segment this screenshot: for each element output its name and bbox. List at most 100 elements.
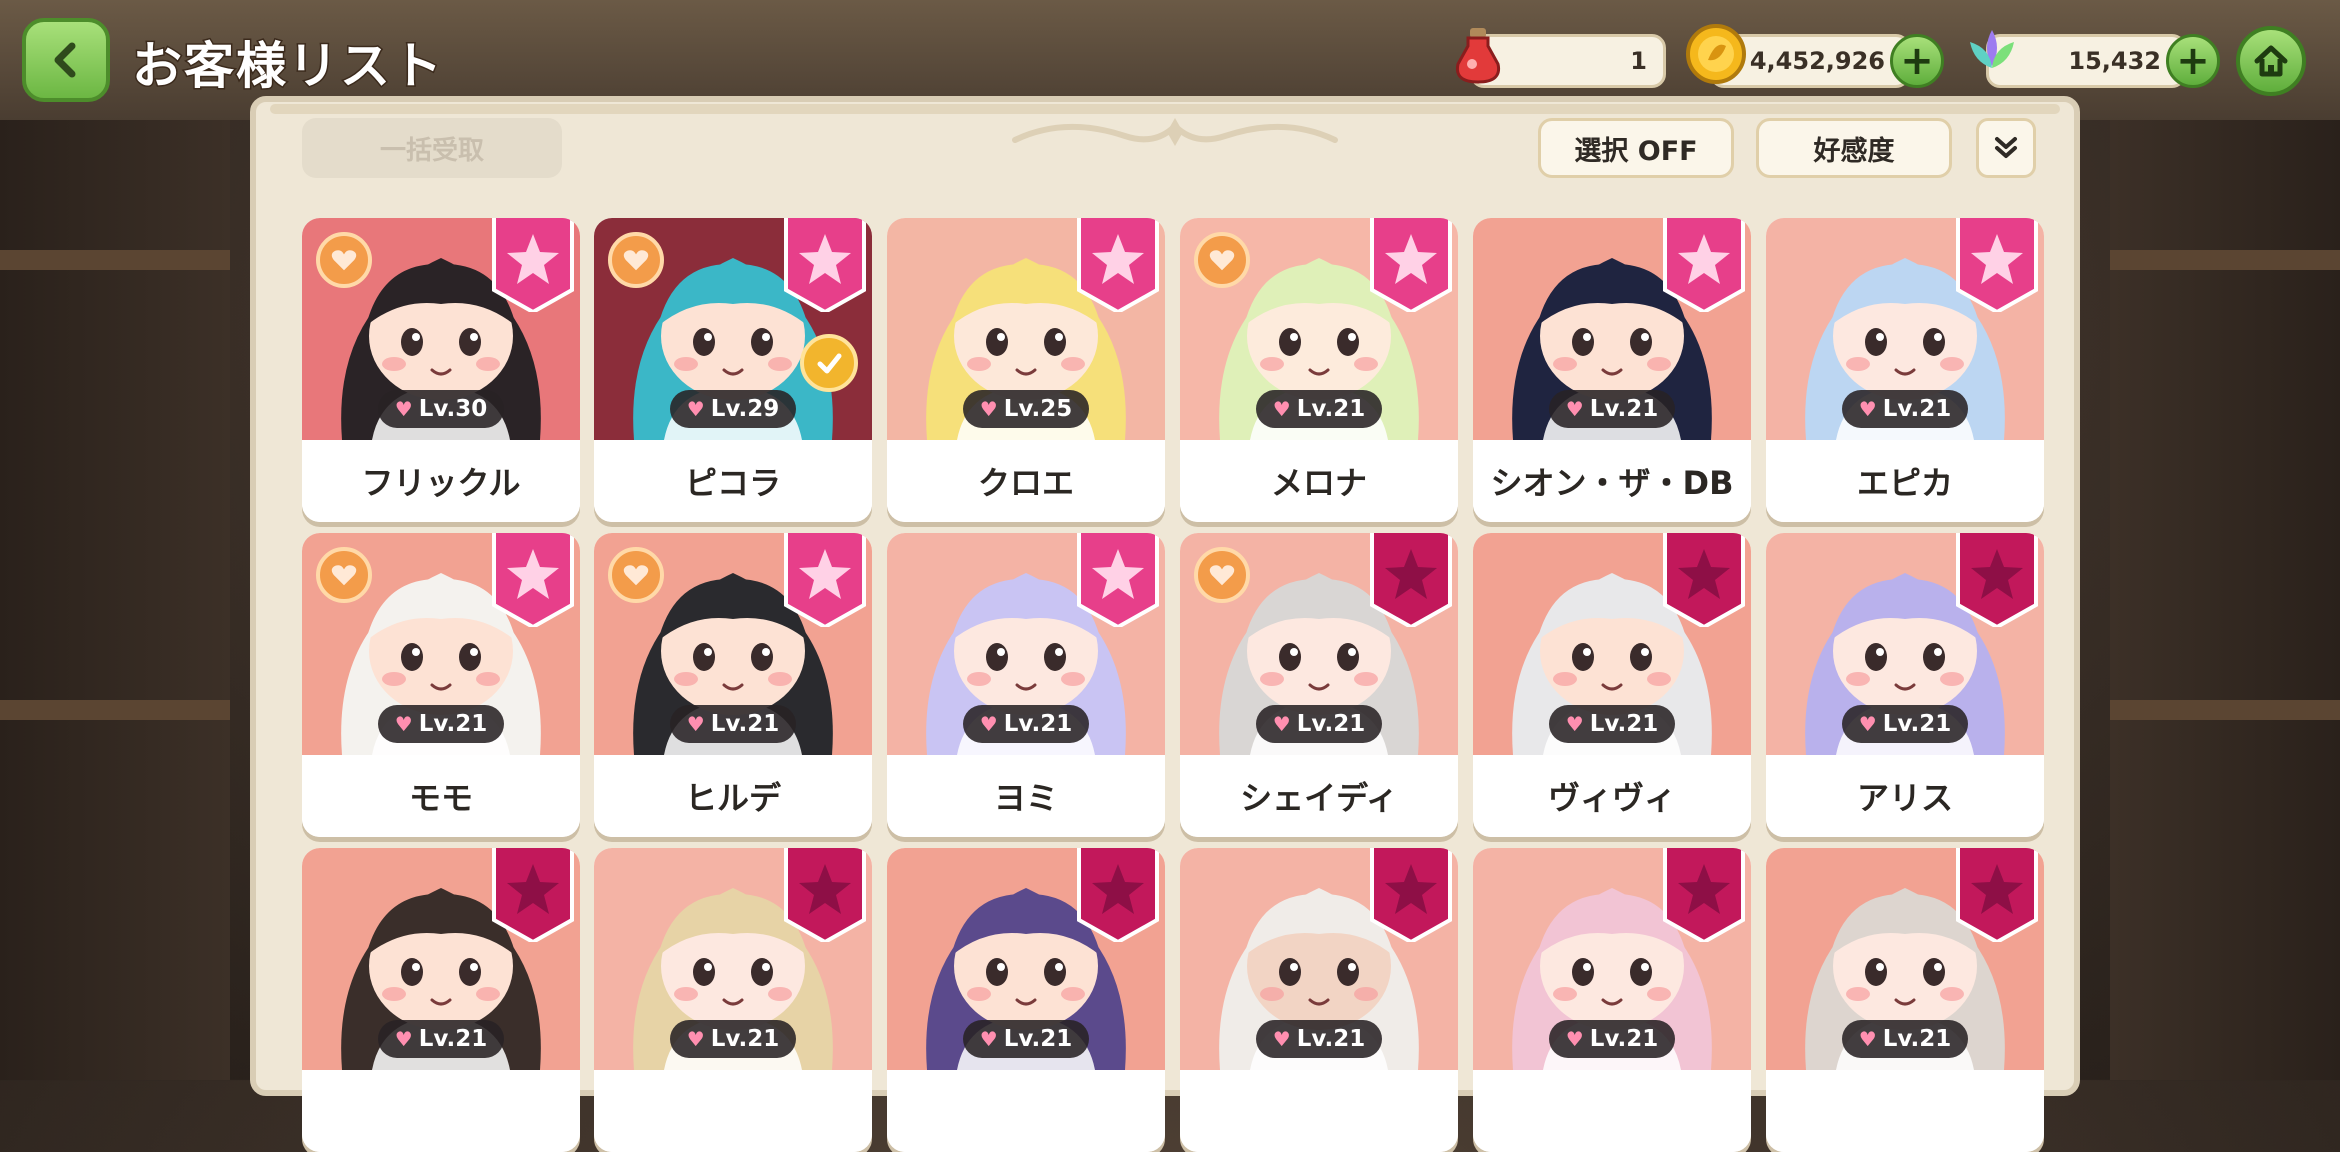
level-text: Lv.30: [418, 396, 488, 422]
level-badge: ♥ Lv.21: [378, 705, 504, 743]
level-badge: ♥ Lv.21: [1842, 390, 1968, 428]
red-potion-icon: [1455, 28, 1501, 84]
add-gold-button[interactable]: +: [1890, 34, 1944, 88]
chevron-left-icon: [54, 42, 76, 78]
customer-name: エピカ: [1766, 440, 2044, 522]
customer-card[interactable]: ♥ Lv.21 メロナ: [1180, 218, 1458, 522]
crystal-value: 15,432: [2068, 47, 2161, 75]
gold-coin-icon: [1686, 24, 1746, 84]
level-text: Lv.21: [1296, 396, 1366, 422]
customer-card[interactable]: ♥ Lv.30 フリックル: [302, 218, 580, 522]
level-text: Lv.21: [1296, 1026, 1366, 1052]
level-text: Lv.21: [1003, 711, 1073, 737]
star-ribbon-icon: [1956, 218, 2038, 312]
customer-card[interactable]: ♥ Lv.21 ヴィヴィ: [1473, 533, 1751, 837]
heart-icon: ♥: [1565, 1027, 1584, 1051]
customer-name: シェイディ: [1180, 755, 1458, 837]
customer-card[interactable]: ♥ Lv.21 ヨミ: [887, 533, 1165, 837]
customer-portrait: ♥ Lv.21: [1180, 533, 1458, 755]
page-title: お客様リスト: [131, 36, 444, 97]
customer-card[interactable]: ♥ Lv.21 エピカ: [1766, 218, 2044, 522]
customer-name: クロエ: [887, 440, 1165, 522]
customer-name: [1473, 1070, 1751, 1152]
level-text: Lv.29: [710, 396, 780, 422]
star-ribbon-icon: [492, 218, 574, 312]
customer-card[interactable]: ♥ Lv.21 アリス: [1766, 533, 2044, 837]
customer-name: ピコラ: [594, 440, 872, 522]
customer-name: [1180, 1070, 1458, 1152]
leaf-crystal-icon: [1970, 30, 2014, 68]
affection-heart-icon: [608, 232, 664, 288]
customer-card[interactable]: ♥ Lv.21: [1180, 848, 1458, 1152]
level-badge: ♥ Lv.21: [1549, 705, 1675, 743]
customer-name: [887, 1070, 1165, 1152]
star-ribbon-icon: [1077, 848, 1159, 942]
sort-affection-button[interactable]: 好感度: [1756, 118, 1952, 178]
home-icon: [2254, 45, 2288, 77]
customer-card[interactable]: ♥ Lv.25 クロエ: [887, 218, 1165, 522]
heart-icon: ♥: [686, 712, 705, 736]
bulk-receive-button[interactable]: 一括受取: [302, 118, 562, 178]
background-shelf: [0, 700, 230, 720]
heart-icon: ♥: [1858, 1027, 1877, 1051]
customer-card[interactable]: ♥ Lv.21: [1473, 848, 1751, 1152]
customer-portrait: ♥ Lv.21: [1180, 848, 1458, 1070]
customer-card[interactable]: ♥ Lv.21 シオン・ザ・DB: [1473, 218, 1751, 522]
affection-heart-icon: [608, 547, 664, 603]
add-crystal-button[interactable]: +: [2166, 34, 2220, 88]
level-badge: ♥ Lv.21: [1549, 390, 1675, 428]
customer-card[interactable]: ♥ Lv.21 シェイディ: [1180, 533, 1458, 837]
star-ribbon-icon: [1370, 533, 1452, 627]
affection-heart-icon: [1194, 547, 1250, 603]
customer-card[interactable]: ♥ Lv.21: [887, 848, 1165, 1152]
level-text: Lv.21: [1589, 711, 1659, 737]
customer-portrait: ♥ Lv.21: [1473, 533, 1751, 755]
customer-card[interactable]: ♥ Lv.21: [1766, 848, 2044, 1152]
level-text: Lv.21: [418, 1026, 488, 1052]
customer-card[interactable]: ♥ Lv.21: [594, 848, 872, 1152]
background-shelf: [0, 250, 230, 270]
level-text: Lv.25: [1003, 396, 1073, 422]
customer-name: ヴィヴィ: [1473, 755, 1751, 837]
customer-portrait: ♥ Lv.21: [1180, 218, 1458, 440]
customer-card[interactable]: ♥ Lv.29 ピコラ: [594, 218, 872, 522]
customer-card[interactable]: ♥ Lv.21 モモ: [302, 533, 580, 837]
heart-icon: ♥: [979, 397, 998, 421]
level-badge: ♥ Lv.21: [378, 1020, 504, 1058]
heart-icon: ♥: [1272, 397, 1291, 421]
level-badge: ♥ Lv.21: [963, 705, 1089, 743]
level-text: Lv.21: [1003, 1026, 1073, 1052]
customer-name: アリス: [1766, 755, 2044, 837]
background-shelf: [2110, 700, 2340, 720]
back-button[interactable]: [22, 18, 110, 102]
customer-portrait: ♥ Lv.21: [594, 533, 872, 755]
level-badge: ♥ Lv.21: [670, 705, 796, 743]
customer-card[interactable]: ♥ Lv.21: [302, 848, 580, 1152]
gold-value: 4,452,926: [1749, 47, 1885, 75]
home-button[interactable]: [2236, 26, 2306, 96]
star-ribbon-icon: [784, 848, 866, 942]
customer-name: [594, 1070, 872, 1152]
level-badge: ♥ Lv.21: [1256, 705, 1382, 743]
heart-icon: ♥: [1565, 397, 1584, 421]
customer-portrait: ♥ Lv.21: [594, 848, 872, 1070]
customer-portrait: ♥ Lv.21: [1766, 848, 2044, 1070]
heart-icon: ♥: [686, 1027, 705, 1051]
level-badge: ♥ Lv.21: [1842, 705, 1968, 743]
select-toggle-button[interactable]: 選択 OFF: [1538, 118, 1734, 178]
customer-portrait: ♥ Lv.21: [1766, 218, 2044, 440]
star-ribbon-icon: [784, 218, 866, 312]
customer-name: [302, 1070, 580, 1152]
sort-order-button[interactable]: [1976, 118, 2036, 178]
customer-card[interactable]: ♥ Lv.21 ヒルデ: [594, 533, 872, 837]
star-ribbon-icon: [1663, 848, 1745, 942]
heart-icon: ♥: [1858, 397, 1877, 421]
check-mark-icon: [800, 334, 858, 392]
level-badge: ♥ Lv.21: [670, 1020, 796, 1058]
star-ribbon-icon: [1077, 533, 1159, 627]
double-chevron-down-icon: [1995, 137, 2017, 158]
ornament-divider: [1012, 118, 1338, 146]
level-text: Lv.21: [418, 711, 488, 737]
background-shelf: [2110, 250, 2340, 270]
heart-icon: ♥: [686, 397, 705, 421]
